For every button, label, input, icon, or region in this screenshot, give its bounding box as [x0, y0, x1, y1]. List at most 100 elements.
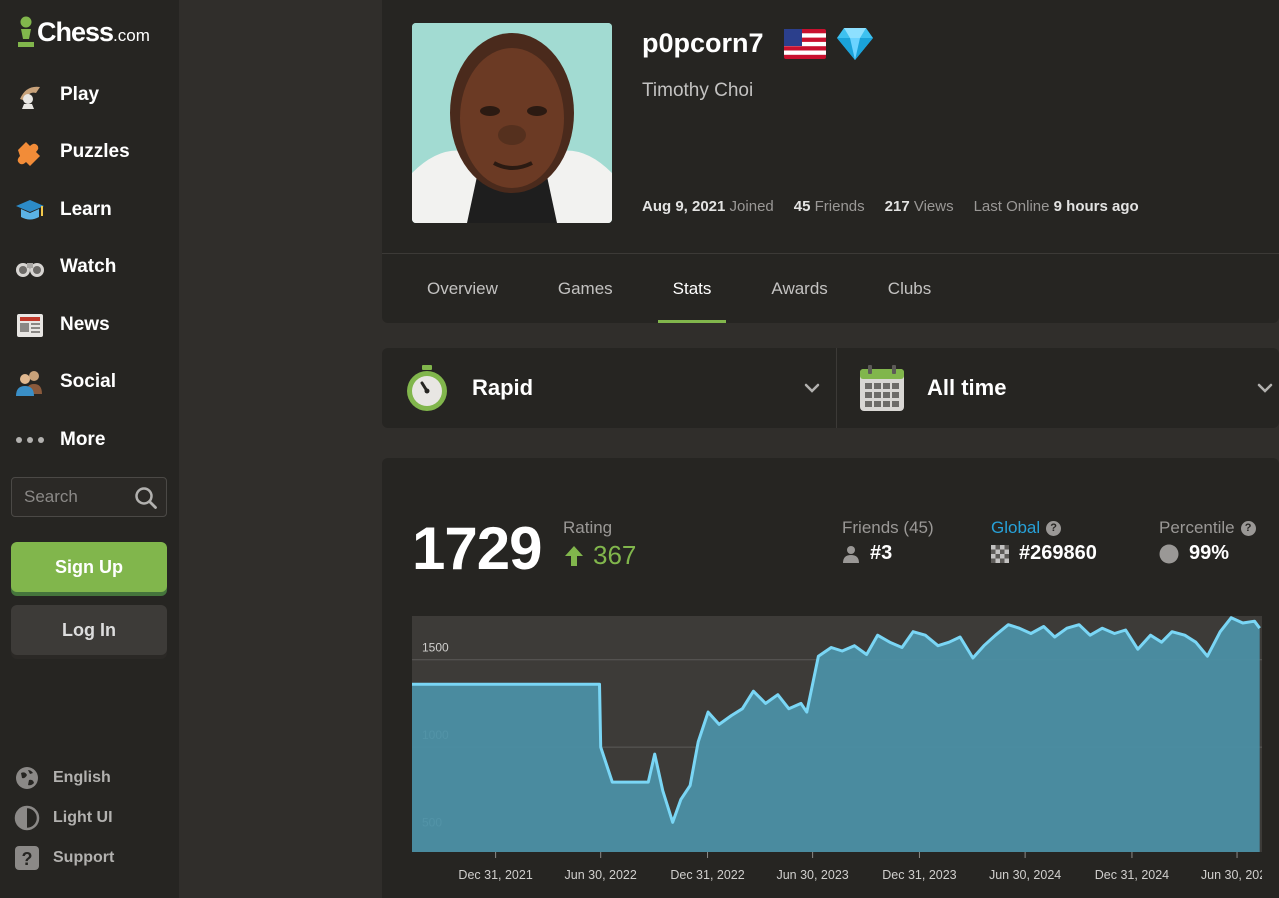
percentile-title: Percentile ?: [1159, 518, 1256, 538]
profile-meta: Aug 9, 2021 Joined 45 Friends 217 Views …: [642, 198, 1139, 215]
avatar: [412, 23, 612, 223]
search-field: [11, 477, 167, 517]
sidebar-item-label: Watch: [60, 256, 117, 278]
sidebar-item-more[interactable]: More: [0, 411, 179, 469]
footer-item-label: Light UI: [53, 809, 113, 826]
global-rank-stat: Global ? #269860: [991, 518, 1097, 565]
global-rank-title: Global ?: [991, 518, 1097, 538]
search-input[interactable]: [24, 487, 132, 507]
sidebar-item-social[interactable]: Social: [0, 354, 179, 412]
more-icon: [13, 423, 47, 457]
stopwatch-icon: [407, 365, 447, 411]
percentile-stat: Percentile ? 99%: [1159, 518, 1256, 565]
contrast-icon: [14, 805, 40, 831]
svg-text:?: ?: [22, 849, 33, 869]
tab-awards[interactable]: Awards: [741, 254, 857, 323]
chess-logo[interactable]: Chess.com: [16, 14, 150, 50]
profile-username: p0pcorn7: [642, 28, 764, 58]
sidebar-item-label: Puzzles: [60, 141, 130, 163]
chessboard-icon: [991, 544, 1009, 563]
chart-x-tick-label: Dec 31, 2024: [1095, 868, 1169, 882]
rating-chart: 50010001500Dec 31, 2021Jun 30, 2022Dec 3…: [412, 616, 1273, 898]
friends-rank-stat: Friends (45) #3: [842, 518, 934, 565]
chart-x-tick-label: Dec 31, 2022: [670, 868, 744, 882]
last-online-info: Last Online 9 hours ago: [973, 198, 1139, 215]
footer-item-light-ui[interactable]: Light UI: [14, 805, 164, 831]
footer-item-label: Support: [53, 849, 115, 866]
help-icon[interactable]: ?: [1046, 520, 1062, 536]
sidebar-item-learn[interactable]: Learn: [0, 181, 179, 239]
learn-icon: [13, 193, 47, 227]
chevron-down-icon: [804, 383, 820, 393]
rating-stats-card: 1729 Rating 367 Friends (45) #3 Global ?…: [382, 458, 1279, 898]
footer-item-support[interactable]: ? Support: [14, 845, 164, 871]
puzzles-icon: [13, 135, 47, 169]
time-range-label: All time: [927, 375, 1007, 400]
sign-up-button[interactable]: Sign Up: [11, 542, 167, 592]
joined-info: Aug 9, 2021 Joined: [642, 198, 774, 215]
chevron-down-icon: [1257, 383, 1273, 393]
chart-x-tick-label: Dec 31, 2023: [882, 868, 956, 882]
sidebar-item-puzzles[interactable]: Puzzles: [0, 124, 179, 182]
rating-change-value: 367: [593, 540, 637, 570]
stats-filters: Rapid All time: [382, 348, 1279, 428]
global-rank-link[interactable]: Global: [991, 518, 1040, 538]
globe-icon: [14, 765, 40, 791]
news-icon: [13, 308, 47, 342]
game-type-dropdown[interactable]: Rapid: [404, 348, 820, 428]
chart-x-tick-label: Dec 31, 2021: [458, 868, 532, 882]
help-icon: ?: [14, 845, 40, 871]
tab-overview[interactable]: Overview: [397, 254, 528, 323]
chart-x-tick-label: Jun 30, 2024: [989, 868, 1061, 882]
us-flag-icon: [784, 29, 826, 59]
rating-change: 367: [563, 540, 636, 571]
rating-label: Rating: [563, 518, 613, 537]
tab-clubs[interactable]: Clubs: [858, 254, 961, 323]
footer-item-english[interactable]: English: [14, 765, 164, 791]
sidebar-item-watch[interactable]: Watch: [0, 239, 179, 297]
sidebar-item-label: News: [60, 313, 110, 335]
friends-rank-value: #3: [870, 542, 893, 564]
play-icon: [13, 78, 47, 112]
tab-stats[interactable]: Stats: [643, 254, 742, 323]
rating-chart-svg: 50010001500Dec 31, 2021Jun 30, 2022Dec 3…: [412, 616, 1273, 898]
tab-games[interactable]: Games: [528, 254, 643, 323]
sidebar-item-play[interactable]: Play: [0, 66, 179, 124]
friends-rank-label: Friends (45): [842, 518, 934, 537]
pie-icon: [1159, 544, 1179, 563]
arrow-up-icon: [565, 545, 583, 566]
current-rating: 1729: [412, 515, 542, 582]
chart-y-tick-label: 1500: [422, 641, 449, 655]
percentile-label: Percentile: [1159, 518, 1235, 537]
diamond-membership-icon[interactable]: [836, 26, 874, 62]
help-icon[interactable]: ?: [1240, 520, 1256, 536]
chart-x-tick-label: Jun 30, 2023: [776, 868, 848, 882]
sidebar-item-label: Play: [60, 83, 100, 105]
sidebar-item-label: Learn: [60, 198, 112, 220]
social-icon: [13, 365, 47, 399]
views-info: 217 Views: [884, 198, 954, 215]
pawn-logo-icon: [18, 16, 34, 47]
profile-real-name: Timothy Choi: [642, 80, 754, 101]
percentile-value: 99%: [1189, 542, 1230, 564]
sidebar-item-label: Social: [60, 371, 116, 393]
search-icon[interactable]: [134, 486, 158, 510]
watch-icon: [13, 250, 47, 284]
sidebar-item-label: More: [60, 428, 106, 450]
logo-text: Chess.com: [37, 16, 150, 47]
chart-x-tick-label: Jun 30, 2025: [1201, 868, 1262, 882]
profile-header: p0pcorn7 Timothy Choi Aug 9, 2021 Joined…: [382, 0, 1279, 323]
game-type-label: Rapid: [472, 375, 534, 400]
person-icon: [843, 545, 859, 563]
chart-x-tick-label: Jun 30, 2022: [565, 868, 637, 882]
log-in-button[interactable]: Log In: [11, 605, 167, 655]
calendar-icon: [860, 365, 904, 411]
sidebar-item-news[interactable]: News: [0, 296, 179, 354]
time-range-dropdown[interactable]: All time: [859, 348, 1279, 428]
sidebar-nav: Play Puzzles Learn Watch News Social Mor…: [0, 66, 179, 469]
friends-info[interactable]: 45 Friends: [794, 198, 865, 215]
filter-divider: [836, 348, 837, 428]
sidebar: Chess.com Play Puzzles Learn Watch News …: [0, 0, 179, 898]
profile-tabs: Overview Games Stats Awards Clubs: [397, 254, 961, 323]
global-rank-value: #269860: [1019, 542, 1097, 564]
